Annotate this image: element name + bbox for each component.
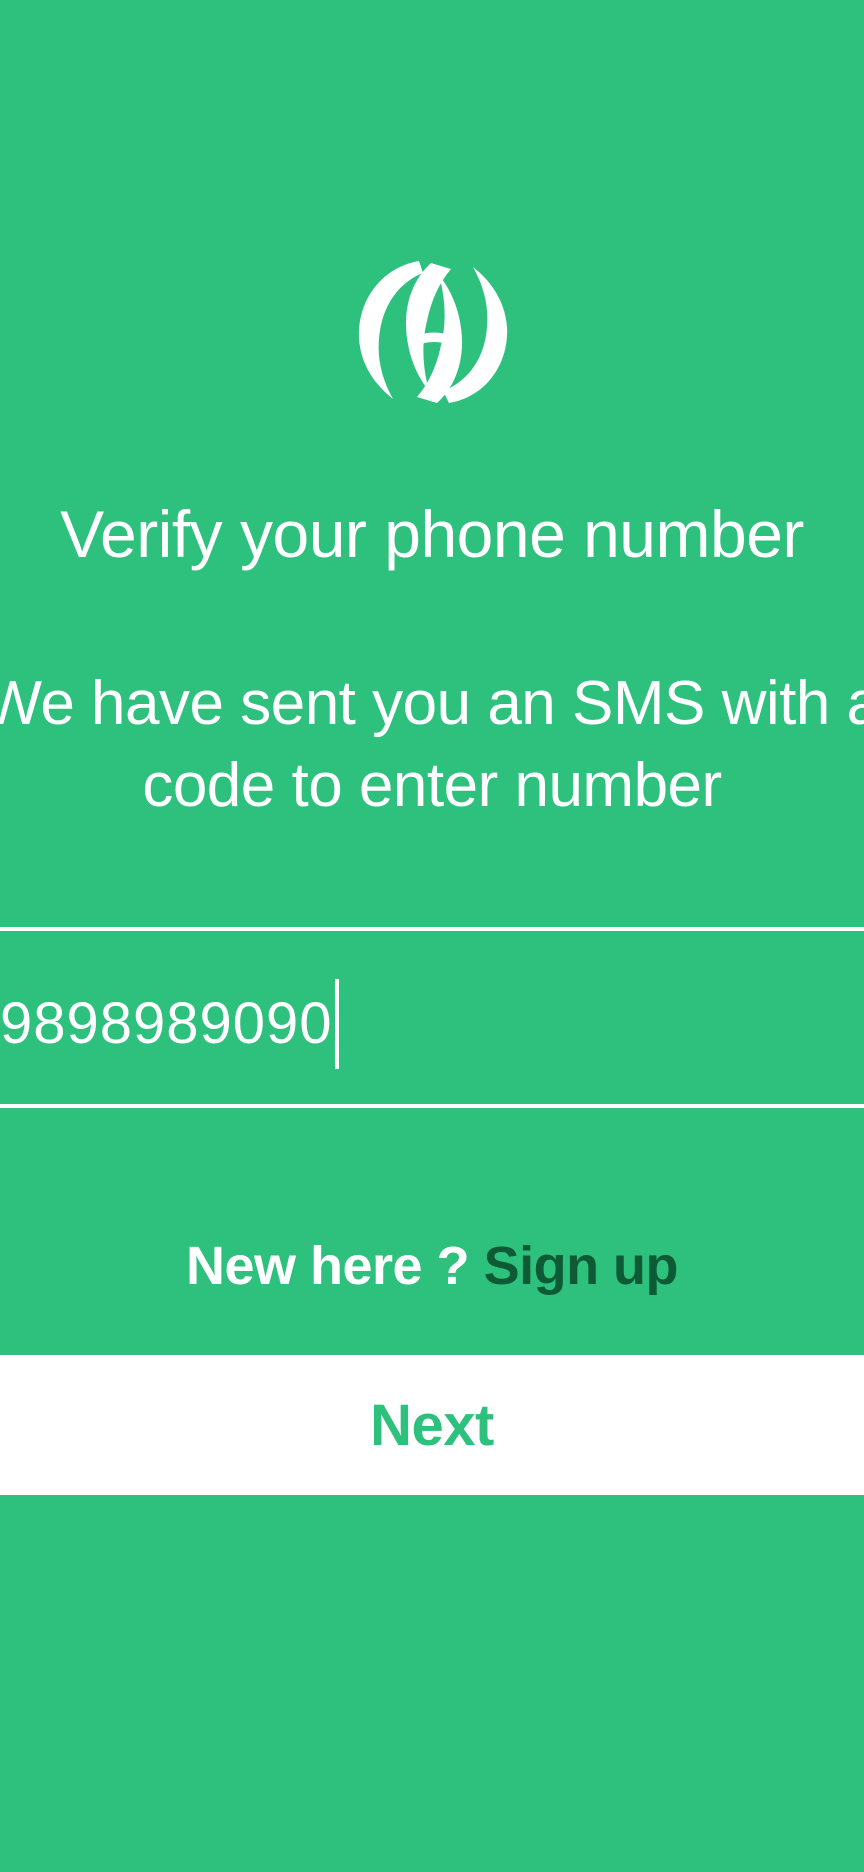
next-button[interactable]: Next (0, 1355, 864, 1495)
app-logo-icon (353, 253, 513, 413)
phone-number-value: 9898989090 (0, 991, 333, 1056)
signup-row: New here ? Sign up (0, 1226, 864, 1306)
sign-up-link[interactable]: Sign up (484, 1236, 679, 1296)
new-here-label: New here ? (185, 1236, 484, 1296)
phone-number-input[interactable]: 9898989090 (0, 979, 339, 1069)
text-caret (334, 979, 339, 1069)
page-subtitle: We have sent you an SMS with a code to e… (0, 669, 864, 820)
verify-phone-screen: Verify your phone number We have sent yo… (0, 0, 864, 1872)
page-title: Verify your phone number (60, 497, 804, 571)
